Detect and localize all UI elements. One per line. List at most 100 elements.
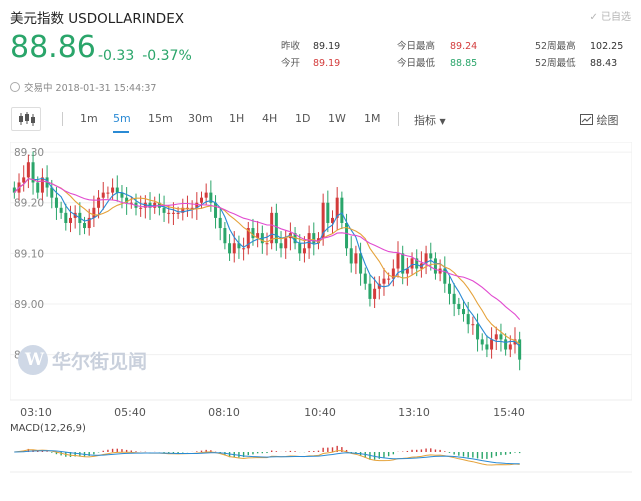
candle-body	[433, 258, 437, 274]
period-tab-5m[interactable]: 5m	[113, 112, 131, 125]
candle-body	[59, 207, 63, 213]
indicator-dropdown[interactable]: 指标 ▼	[414, 112, 446, 128]
check-icon: ✓	[589, 12, 601, 23]
candle-body	[242, 248, 246, 250]
period-tab-1d[interactable]: 1D	[295, 112, 310, 125]
stat-0: 昨收 89.19	[281, 38, 340, 52]
period-tab-1m[interactable]: 1m	[80, 112, 98, 125]
stat-label: 今日最高	[397, 41, 436, 52]
period-tab-4h[interactable]: 4H	[262, 112, 277, 125]
period-tab-1h[interactable]: 1H	[229, 112, 244, 125]
draw-label: 绘图	[596, 114, 619, 127]
stat-label: 52周最低	[535, 58, 576, 69]
candlestick-icon	[19, 112, 35, 126]
indicator-label: 指标	[414, 114, 436, 127]
candle-body	[354, 253, 358, 264]
candle-body	[64, 212, 68, 223]
candle-body	[162, 207, 166, 213]
candle-body	[223, 228, 227, 244]
period-tab-1m[interactable]: 1M	[364, 112, 381, 125]
candle-body	[22, 177, 26, 183]
candle-body	[171, 212, 175, 214]
caret-down-icon: ▼	[439, 117, 446, 126]
stat-value: 88.85	[450, 58, 478, 69]
moving-average-line	[13, 178, 521, 345]
toolbar-divider	[62, 112, 63, 126]
price-change: -0.33 -0.37%	[98, 48, 192, 64]
candle-body	[265, 243, 269, 245]
candle-body	[447, 283, 451, 294]
y-tick-label: 88.90	[14, 350, 44, 362]
candle-body	[26, 162, 30, 178]
candle-body	[387, 278, 391, 280]
candle-body	[251, 228, 255, 239]
candle-body	[499, 334, 503, 340]
price-chart[interactable]: 89.30 89.20 89.10 89.00 88.90 03:10 05:40 08:10…	[9, 141, 633, 487]
current-price: 88.86	[10, 30, 96, 65]
candle-body	[462, 309, 466, 315]
draw-icon	[580, 114, 593, 125]
candle-body	[83, 222, 87, 229]
moving-average-line	[13, 177, 521, 347]
candle-body	[139, 207, 143, 209]
candle-body	[410, 258, 414, 269]
stat-5: 52周最低 88.43	[535, 55, 617, 69]
candle-body	[396, 253, 400, 269]
candle-body	[429, 253, 433, 259]
active-period-indicator	[113, 131, 129, 133]
chart-toolbar: 1m 5m 15m 30m 1H 4H 1D 1W 1M 指标 ▼ 绘图	[0, 104, 641, 134]
candle-body	[494, 334, 498, 340]
chart-type-button[interactable]	[11, 107, 41, 131]
candle-body	[326, 202, 330, 223]
candle-body	[204, 192, 208, 198]
candle-body	[312, 233, 316, 244]
period-tab-1w[interactable]: 1W	[328, 112, 346, 125]
period-tab-15m[interactable]: 15m	[148, 112, 173, 125]
stat-label: 昨收	[281, 41, 301, 52]
candle-body	[68, 217, 72, 223]
x-tick-label: 08:10	[208, 406, 240, 419]
stat-value: 88.43	[590, 58, 618, 69]
stat-value: 89.19	[313, 58, 341, 69]
y-tick-label: 89.10	[14, 248, 44, 260]
stat-label: 今开	[281, 58, 301, 69]
candle-body	[92, 207, 96, 218]
candle-body	[382, 278, 386, 284]
stat-3: 今日最低 88.85	[397, 55, 477, 69]
draw-button[interactable]: 绘图	[580, 112, 619, 128]
candle-body	[452, 293, 456, 304]
candle-body	[476, 324, 480, 340]
added-label: 已自选	[601, 12, 631, 23]
candle-body	[302, 248, 306, 254]
candle-body	[36, 182, 40, 193]
candle-body	[443, 268, 447, 284]
candle-body	[199, 197, 203, 203]
x-tick-label: 05:40	[114, 406, 146, 419]
candle-body	[106, 192, 110, 194]
page-title: 美元指数 USDOLLARINDEX	[10, 11, 184, 27]
stat-value: 102.25	[590, 41, 624, 52]
candle-body	[504, 339, 508, 350]
stat-label: 52周最高	[535, 41, 576, 52]
candle-body	[176, 212, 180, 214]
candle-body	[167, 212, 171, 214]
added-to-watchlist[interactable]: ✓ 已自选	[589, 8, 631, 23]
candle-body	[373, 288, 377, 299]
candle-body	[279, 243, 283, 249]
candle-body	[490, 339, 494, 350]
stat-value: 89.24	[450, 41, 478, 52]
period-tab-30m[interactable]: 30m	[188, 112, 213, 125]
candle-body	[363, 273, 367, 284]
x-tick-label: 13:10	[398, 406, 430, 419]
candle-body	[457, 303, 461, 310]
change-percent: -0.37%	[142, 48, 192, 64]
candle-body	[111, 187, 115, 193]
y-tick-label: 89.00	[14, 299, 44, 311]
candle-body	[340, 197, 344, 223]
y-tick-label: 89.20	[14, 198, 44, 210]
x-tick-label: 03:10	[20, 406, 52, 419]
trade-status-text: 交易中 2018-01-31 15:44:37	[24, 83, 157, 94]
candle-body	[101, 192, 105, 198]
candle-body	[232, 243, 236, 254]
candle-body	[115, 187, 119, 193]
